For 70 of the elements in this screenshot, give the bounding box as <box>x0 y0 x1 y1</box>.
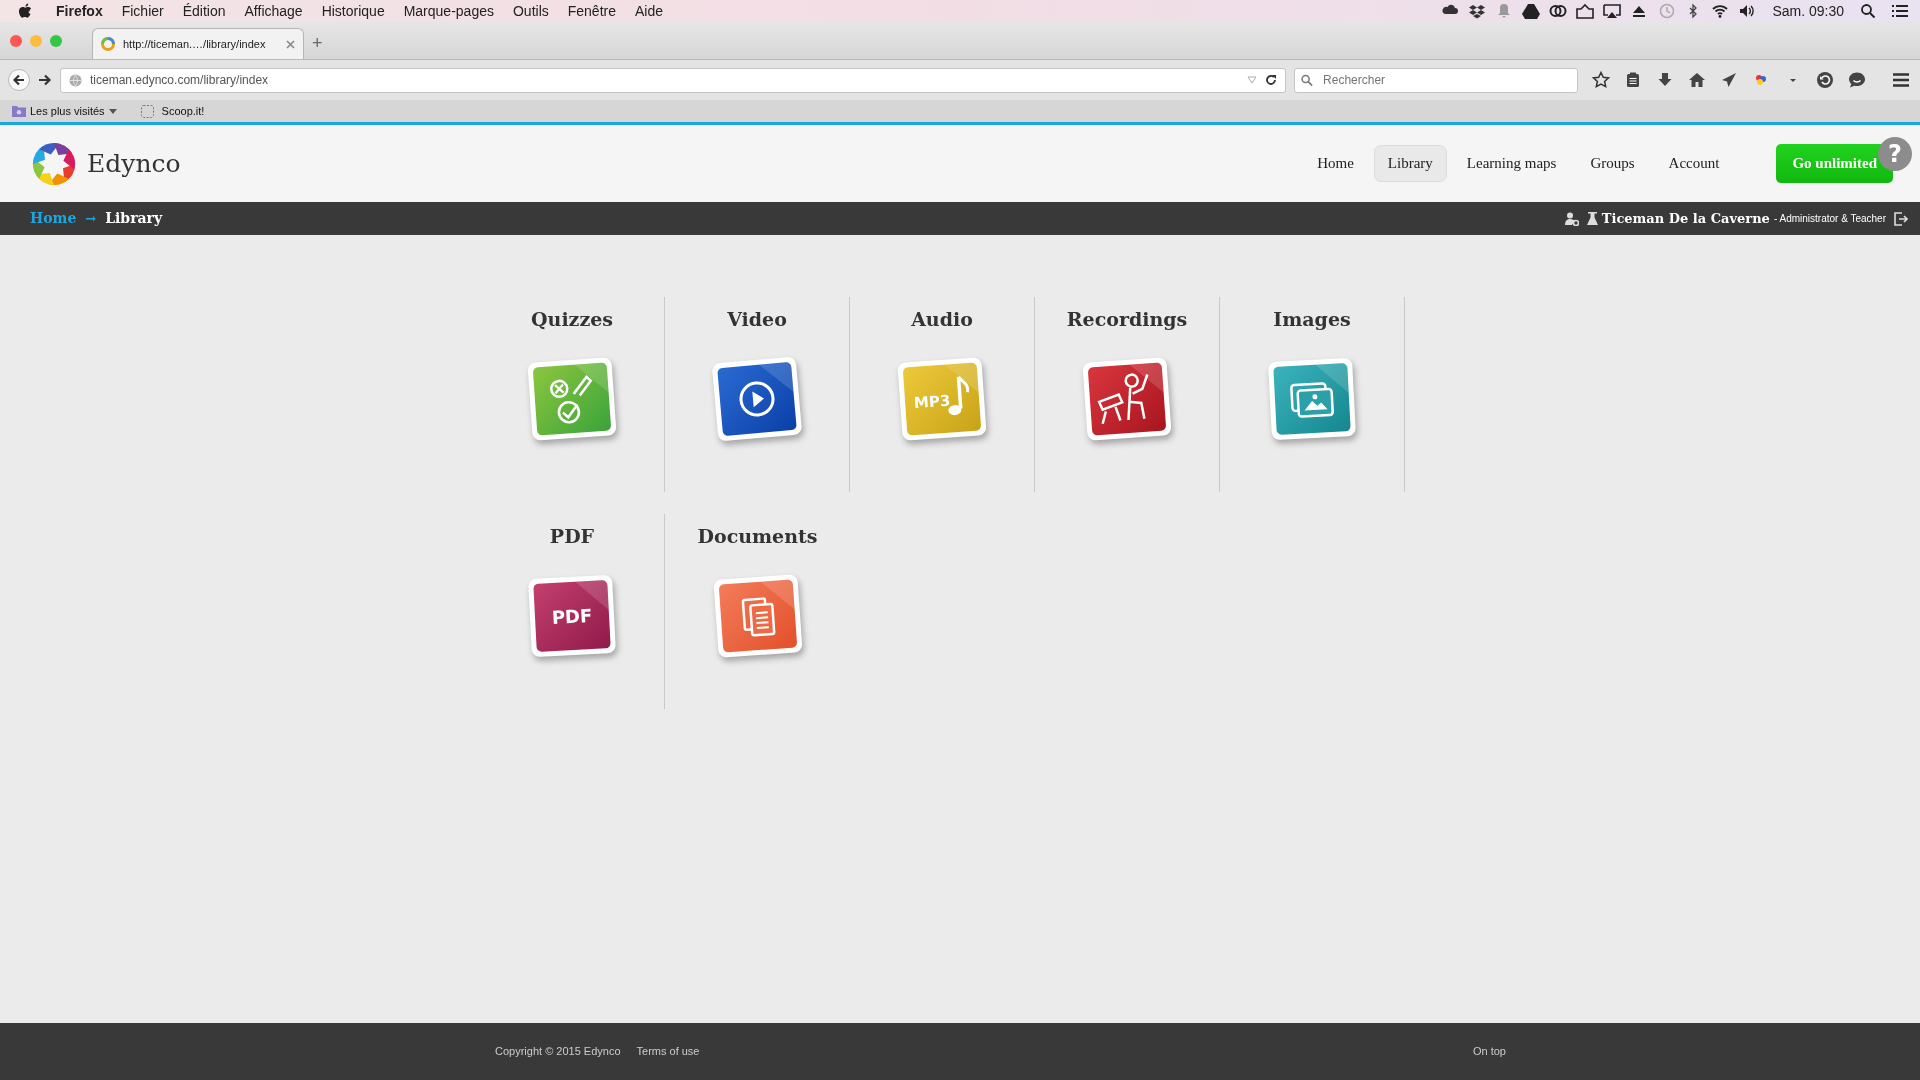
clipboard-icon[interactable] <box>1624 71 1642 89</box>
menu-clock[interactable]: Sam. 09:30 <box>1772 0 1844 22</box>
rings-icon[interactable] <box>1549 2 1568 20</box>
menu-item[interactable]: Marque-pages <box>403 0 494 22</box>
paper-plane-icon[interactable] <box>1720 71 1738 89</box>
display-icon[interactable] <box>1603 2 1622 20</box>
menu-item[interactable]: Aide <box>635 0 664 22</box>
logout-icon[interactable] <box>1894 211 1908 226</box>
nav-link[interactable]: Library <box>1373 145 1447 182</box>
apple-icon[interactable] <box>18 3 32 19</box>
menu-item[interactable]: Outils <box>512 0 549 22</box>
nav-link[interactable]: Groups <box>1576 145 1649 182</box>
bookmark-star-icon[interactable] <box>1592 71 1610 89</box>
category-title[interactable]: Quizzes <box>531 305 613 334</box>
dashed-square-icon <box>140 104 154 118</box>
footer-link[interactable]: Terms of use <box>636 1043 700 1060</box>
menu-item[interactable]: Historique <box>321 0 385 22</box>
breadcrumb-link[interactable]: Home <box>30 208 77 229</box>
user-role: - Administrator & Teacher <box>1773 212 1886 226</box>
nav-link[interactable]: Home <box>1303 145 1368 182</box>
search-field[interactable]: Rechercher <box>1294 67 1578 93</box>
bookmark-label: Scoop.it! <box>161 103 205 119</box>
box-icon[interactable] <box>1468 2 1487 20</box>
new-tab-button[interactable]: + <box>312 30 323 57</box>
category-title[interactable]: Images <box>1273 305 1351 334</box>
bookmark-item[interactable]: Les plus visités <box>12 102 117 120</box>
favicon-icon <box>101 37 115 51</box>
category-title[interactable]: Recordings <box>1066 305 1188 334</box>
category-title[interactable]: Documents <box>697 522 818 551</box>
folder-icon <box>12 105 26 117</box>
search-icon <box>1301 73 1314 87</box>
bookmark-label: Les plus visités <box>30 103 105 119</box>
home-icon[interactable] <box>1688 71 1706 89</box>
reload-icon[interactable] <box>1265 74 1277 86</box>
breadcrumb-arrow: → <box>85 209 97 228</box>
search-icon[interactable] <box>1860 3 1876 19</box>
browser-tab[interactable]: http://ticeman.…/library/index <box>92 28 304 59</box>
on-top-link[interactable]: On top <box>1472 1043 1506 1060</box>
brand-logo[interactable]: Edynco <box>31 140 181 187</box>
menu-icon[interactable] <box>1892 72 1910 88</box>
tray-icon[interactable] <box>1576 2 1595 20</box>
user-name[interactable]: Ticeman De la Caverne <box>1601 208 1770 229</box>
user-settings-icon[interactable] <box>1564 211 1579 226</box>
bookmark-item[interactable]: Scoop.it! <box>140 102 205 120</box>
brand-name: Edynco <box>87 147 181 180</box>
caret-icon <box>108 108 117 114</box>
breadcrumb-current: Library <box>105 209 163 228</box>
category-title[interactable]: PDF <box>549 522 595 551</box>
menu-item[interactable]: Édition <box>182 0 226 22</box>
nav-link[interactable]: Account <box>1654 145 1734 182</box>
menu-item[interactable]: Affichage <box>244 0 303 22</box>
swirl-logo-icon <box>31 140 77 187</box>
close-tab-icon[interactable] <box>286 39 295 49</box>
category-title[interactable]: Audio <box>911 305 973 334</box>
url-field[interactable]: ticeman.edynco.com/library/index <box>60 67 1286 93</box>
list-icon[interactable] <box>1892 4 1908 18</box>
menu-item[interactable]: Fenêtre <box>567 0 616 22</box>
copyright-text: Copyright © 2015 Edynco <box>495 1044 621 1060</box>
category-title[interactable]: Video <box>727 305 787 334</box>
back-icon[interactable] <box>8 69 30 91</box>
url-text: ticeman.edynco.com/library/index <box>90 72 270 89</box>
tab-title: http://ticeman.…/library/index <box>123 36 267 52</box>
globe-icon <box>69 73 82 87</box>
app-menu[interactable]: Firefox <box>56 0 103 22</box>
forward-icon[interactable] <box>38 73 52 87</box>
chat-bubble-icon[interactable] <box>1848 71 1866 89</box>
wifi-icon[interactable] <box>1711 2 1730 20</box>
menu-item[interactable]: Fichier <box>121 0 164 22</box>
nav-link[interactable]: Learning maps <box>1452 145 1571 182</box>
history-icon[interactable] <box>1816 71 1834 89</box>
